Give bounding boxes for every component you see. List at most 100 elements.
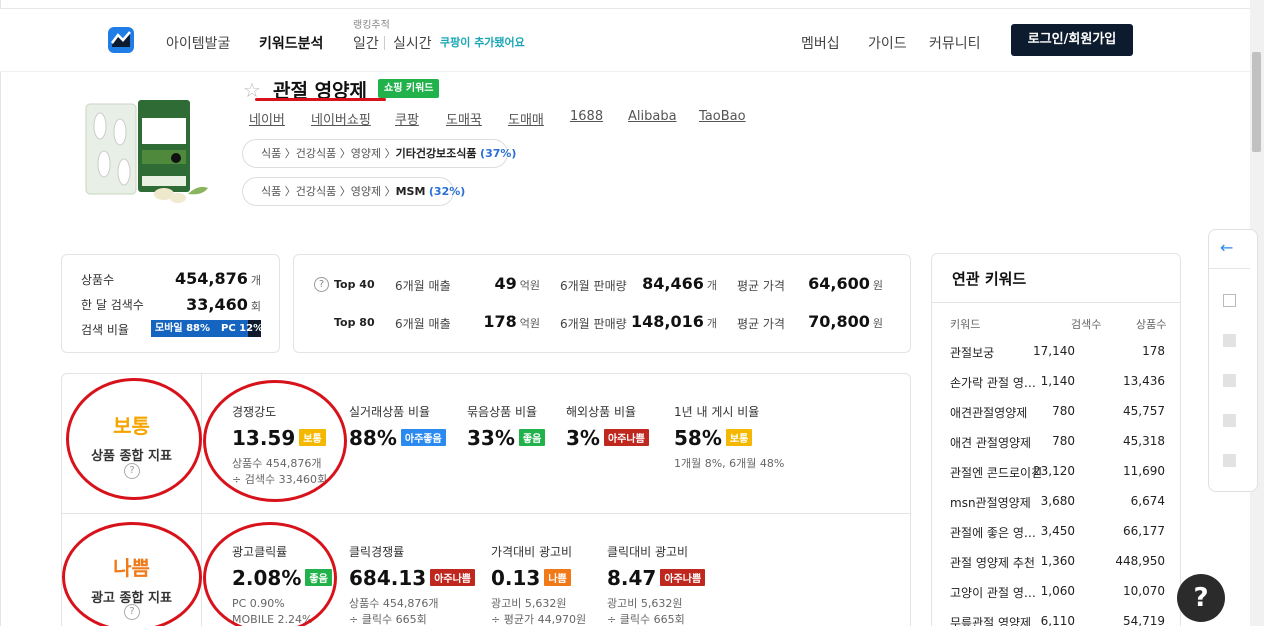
link-naver[interactable]: 네이버 [249, 109, 285, 128]
nav-item-discover[interactable]: 아이템발굴 [166, 33, 230, 53]
top40-sales-label: 6개월 매출 [395, 279, 451, 293]
related-row[interactable]: 관절에 좋은 영양제 3,450 66,177 [950, 524, 1165, 544]
related-row[interactable]: msn관절영양제 3,680 6,674 [950, 494, 1165, 514]
title-underline-annotation [255, 98, 386, 101]
help-button[interactable]: ? [1177, 574, 1225, 622]
related-row[interactable]: 관절 영양제 추천 1,360 448,950 [950, 554, 1165, 574]
link-domeggook[interactable]: 도매꾹 [446, 109, 482, 128]
side-panel-divider [1208, 268, 1250, 269]
top40-volume-label: 6개월 판매량 [560, 279, 627, 293]
link-1688[interactable]: 1688 [570, 109, 603, 124]
side-item[interactable] [1223, 454, 1236, 467]
status-badge: 아주나쁨 [603, 429, 649, 446]
price-adcost-value: 0.13 나쁨 [491, 566, 571, 590]
click-competition-value: 684.13 아주나쁨 [349, 566, 475, 590]
related-divider [932, 302, 1180, 303]
top40-label: Top 40 [334, 278, 375, 291]
status-badge: 아주나쁨 [660, 569, 706, 586]
product-image [78, 98, 218, 206]
top80-volume-value: 148,016 개 [631, 312, 717, 331]
link-domeme[interactable]: 도매매 [508, 109, 544, 128]
nav-item-daily[interactable]: 일간 [353, 33, 379, 53]
annotation-circle [203, 522, 337, 626]
nav-item-realtime[interactable]: 실시간 [393, 33, 432, 53]
top80-price-value: 70,800 원 [808, 312, 883, 331]
top80-label: Top 80 [334, 316, 375, 329]
click-adcost-value: 8.47 아주나쁨 [607, 566, 706, 590]
price-adcost-detail: 광고비 5,632원 ÷ 평균가 44,970원 [491, 597, 587, 626]
category-share: (37%) [480, 147, 517, 160]
side-item[interactable] [1223, 374, 1236, 387]
top80-sales-label: 6개월 매출 [395, 317, 451, 331]
category-leaf: 기타건강보조식품 [395, 147, 477, 160]
help-question-icon[interactable]: ? [314, 277, 329, 292]
related-row[interactable]: 관절보궁 17,140 178 [950, 344, 1165, 364]
top40-volume-value: 84,466 개 [642, 274, 717, 293]
status-badge: 보통 [725, 429, 753, 446]
related-row[interactable]: 애견 관절영양제 780 45,318 [950, 434, 1165, 454]
top80-price-label: 평균 가격 [737, 317, 785, 331]
top40-price-label: 평균 가격 [737, 279, 785, 293]
link-taobao[interactable]: TaoBao [699, 109, 746, 124]
logo-icon[interactable] [108, 27, 134, 53]
rank-tracking-label: 랭킹추적 [353, 20, 390, 31]
page: 아이템발굴 키워드분석 랭킹추적 일간 실시간 쿠팡이 추가됐어요 멤버십 가이… [0, 0, 1264, 626]
analysis-divider-h [62, 513, 910, 514]
real-trade-label: 실거래상품 비율 [349, 405, 431, 419]
bundle-label: 묶음상품 비율 [467, 405, 538, 419]
related-row[interactable]: 애견관절영양제 780 45,757 [950, 404, 1165, 424]
recent-post-value: 58% 보통 [674, 426, 753, 450]
top40-sales-value: 49 억원 [494, 274, 540, 293]
top80-sales-value: 178 억원 [483, 312, 540, 331]
related-row[interactable]: 고양이 관절 영양제 1,060 10,070 [950, 584, 1165, 604]
annotation-circle [203, 380, 347, 502]
related-header-keyword: 키워드 [950, 318, 981, 331]
back-arrow-icon[interactable]: ← [1220, 238, 1233, 257]
link-alibaba[interactable]: Alibaba [628, 109, 677, 124]
top-nav: 아이템발굴 키워드분석 랭킹추적 일간 실시간 쿠팡이 추가됐어요 멤버십 가이… [0, 9, 1250, 72]
real-trade-value: 88% 아주좋음 [349, 426, 446, 450]
category-pill[interactable]: 식품 〉건강식품 〉영양제 〉기타건강보조식품 (37%) [242, 139, 516, 168]
category-share: (32%) [428, 185, 466, 198]
nav-item-guide[interactable]: 가이드 [868, 33, 907, 53]
category-leaf: MSM [395, 185, 426, 198]
category-pill[interactable]: 식품 〉건강식품 〉영양제 〉MSM (32%) [242, 177, 465, 206]
search-ratio-label: 검색 비율 [81, 323, 129, 337]
link-coupang[interactable]: 쿠팡 [395, 109, 419, 128]
nav-item-keyword[interactable]: 키워드분석 [259, 33, 323, 53]
annotation-circle [66, 378, 202, 500]
left-border [0, 0, 1, 626]
analysis-divider-v [201, 374, 202, 626]
nav-item-membership[interactable]: 멤버십 [801, 33, 840, 53]
click-adcost-label: 클릭대비 광고비 [607, 545, 689, 559]
nav-item-community[interactable]: 커뮤니티 [929, 33, 981, 53]
shopping-keyword-badge: 쇼핑 키워드 [378, 79, 440, 98]
price-adcost-label: 가격대비 광고비 [491, 545, 573, 559]
side-item[interactable] [1223, 334, 1236, 347]
recent-post-detail: 1개월 8%, 6개월 48% [674, 457, 785, 470]
monthly-search-value: 33,460 회 [186, 295, 261, 314]
related-header-search: 검색수 [1071, 318, 1102, 331]
login-button[interactable]: 로그인/회원가입 [1011, 24, 1133, 56]
side-item[interactable] [1223, 414, 1236, 427]
top40-price-value: 64,600 원 [808, 274, 883, 293]
pc-ratio-label: PC 12% [221, 323, 264, 334]
related-row[interactable]: 손가락 관절 영양제 1,140 13,436 [950, 374, 1165, 394]
coupang-notice: 쿠팡이 추가됐어요 [440, 36, 525, 49]
click-adcost-detail: 광고비 5,632원 ÷ 클릭수 665회 [607, 597, 685, 626]
top-sellers-card [293, 254, 911, 353]
status-badge: 나쁨 [544, 569, 571, 586]
monthly-search-label: 한 달 검색수 [81, 298, 144, 312]
status-badge: 아주나쁨 [430, 569, 475, 586]
click-competition-label: 클릭경쟁률 [349, 545, 405, 559]
scrollbar-thumb[interactable] [1252, 52, 1261, 152]
related-keywords-title: 연관 키워드 [952, 270, 1027, 288]
checkbox[interactable] [1223, 294, 1236, 307]
overseas-label: 해외상품 비율 [566, 405, 637, 419]
link-naver-shopping[interactable]: 네이버쇼핑 [311, 109, 371, 128]
related-row[interactable]: 관절엔 콘드로이친 23,120 11,690 [950, 464, 1165, 484]
status-badge: 좋음 [518, 429, 546, 446]
click-competition-detail: 상품수 454,876개 ÷ 클릭수 665회 [349, 597, 439, 626]
category-path: 식품 〉건강식품 〉영양제 〉 [261, 185, 396, 198]
related-row[interactable]: 무릎관절 영양제 6,110 54,719 [950, 614, 1165, 626]
